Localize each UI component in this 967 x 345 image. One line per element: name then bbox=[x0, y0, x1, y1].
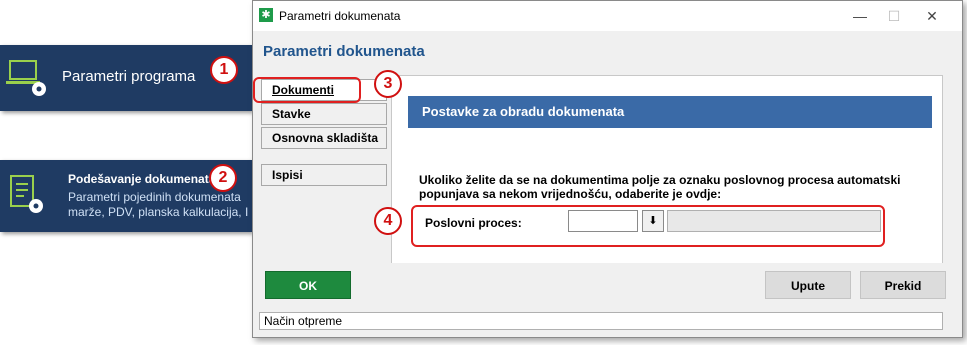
tile-description-line: Parametri pojedinih dokumenata bbox=[68, 190, 241, 204]
tile-label: Parametri programa bbox=[62, 68, 196, 85]
callout-2: 2 bbox=[209, 164, 237, 192]
maximize-button[interactable]: ☐ bbox=[879, 5, 909, 27]
tab-stavke[interactable]: Stavke bbox=[261, 103, 387, 125]
tile-title: Podešavanje dokumenata bbox=[68, 172, 216, 186]
section-banner: Postavke za obradu dokumenata bbox=[408, 96, 932, 128]
poslovni-proces-label: Poslovni proces: bbox=[425, 216, 522, 230]
page-title: Parametri dokumenata bbox=[263, 43, 425, 60]
dropdown-arrow-icon[interactable]: ⬇ bbox=[642, 210, 664, 232]
tile-description-line: marže, PDV, planska kalkulacija, I bbox=[68, 205, 249, 219]
callout-1: 1 bbox=[210, 56, 238, 84]
poslovni-proces-description bbox=[667, 210, 881, 232]
minimize-button[interactable]: — bbox=[845, 5, 875, 27]
tab-label: Stavke bbox=[272, 107, 311, 121]
tile-description: Parametri pojedinih dokumenata marže, PD… bbox=[68, 190, 250, 220]
tab-label: Ispisi bbox=[272, 168, 303, 182]
poslovni-proces-input[interactable] bbox=[568, 210, 638, 232]
status-bar: Način otpreme bbox=[259, 312, 943, 330]
window-title: Parametri dokumenata bbox=[279, 9, 401, 23]
button-bar: OK Upute Prekid bbox=[253, 263, 962, 309]
app-icon: ✱ bbox=[259, 8, 273, 22]
close-button[interactable]: ✕ bbox=[917, 5, 947, 27]
instruction-line: Ukoliko želite da se na dokumentima polj… bbox=[419, 173, 901, 187]
tab-ispisi[interactable]: Ispisi bbox=[261, 164, 387, 186]
ok-button[interactable]: OK bbox=[265, 271, 351, 299]
help-button[interactable]: Upute bbox=[765, 271, 851, 299]
tab-osnovna-skladista[interactable]: Osnovna skladišta bbox=[261, 127, 387, 149]
callout-3: 3 bbox=[374, 70, 402, 98]
document-gear-icon bbox=[8, 174, 48, 221]
laptop-gear-icon bbox=[6, 57, 50, 104]
window-titlebar: ✱ Parametri dokumenata — ☐ ✕ bbox=[253, 1, 962, 31]
callout-4: 4 bbox=[374, 207, 402, 235]
parameters-window: ✱ Parametri dokumenata — ☐ ✕ Parametri d… bbox=[252, 0, 963, 338]
highlight-tab bbox=[253, 77, 361, 103]
cancel-button[interactable]: Prekid bbox=[860, 271, 946, 299]
tab-label: Osnovna skladišta bbox=[272, 131, 379, 145]
instruction-text: Ukoliko želite da se na dokumentima polj… bbox=[419, 173, 919, 201]
instruction-line: popunjava sa nekom vrijednošću, odaberit… bbox=[419, 187, 722, 201]
